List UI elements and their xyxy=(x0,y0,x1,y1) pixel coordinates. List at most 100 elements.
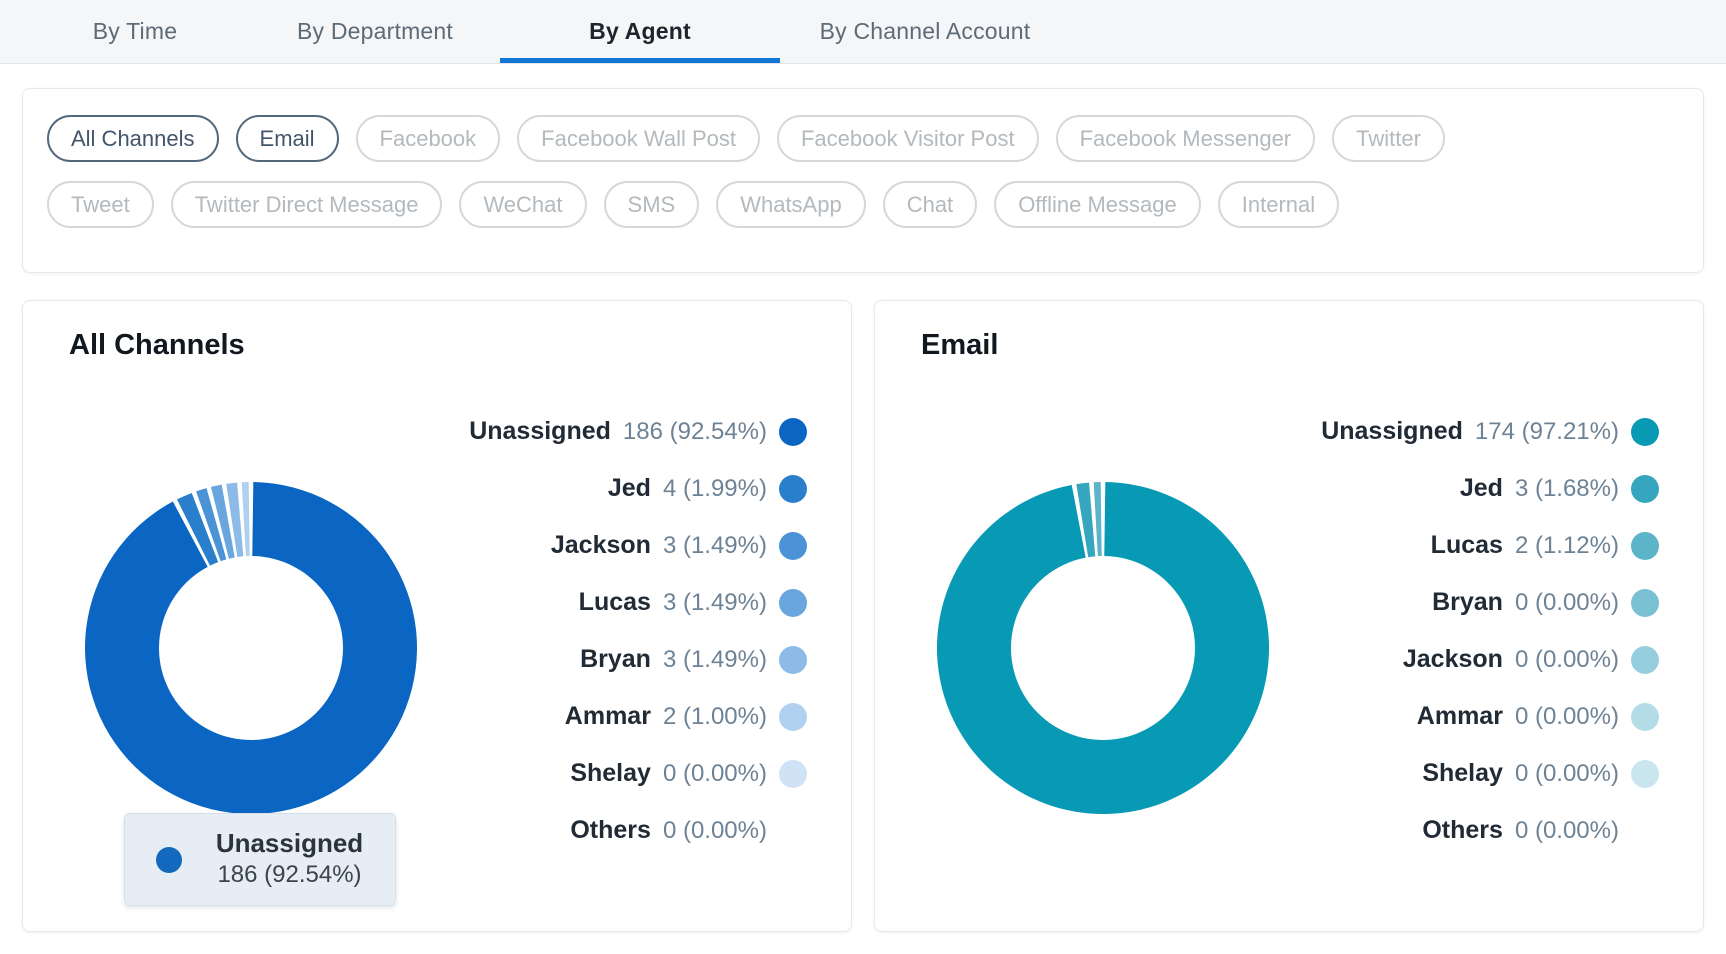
tab-by-channel-account[interactable]: By Channel Account xyxy=(780,0,1070,63)
card-title: Email xyxy=(921,329,998,362)
legend-value: 3 (1.68%) xyxy=(1515,475,1619,503)
legend-color-dot xyxy=(1631,703,1659,731)
legend-color-dot xyxy=(1631,475,1659,503)
donut-slice[interactable] xyxy=(937,482,1269,814)
channel-filter-row-2: Tweet Twitter Direct Message WeChat SMS … xyxy=(47,181,1679,228)
legend-row[interactable]: Jed 3 (1.68%) xyxy=(1460,463,1659,514)
legend-row[interactable]: Bryan 0 (0.00%) xyxy=(1432,577,1659,628)
chip-twitter-direct-message[interactable]: Twitter Direct Message xyxy=(171,181,443,228)
analytics-page: By Time By Department By Agent By Channe… xyxy=(0,0,1726,954)
chip-twitter[interactable]: Twitter xyxy=(1332,115,1445,162)
donut-chart-all-channels[interactable] xyxy=(51,448,451,848)
tab-label: By Time xyxy=(93,18,177,45)
chip-label: Twitter Direct Message xyxy=(195,192,419,218)
card-all-channels: All Channels Unassigned186 (92.54%) Jed4 … xyxy=(22,300,852,932)
legend-color-dot xyxy=(779,418,807,446)
chip-label: Chat xyxy=(907,192,953,218)
legend-label: Shelay xyxy=(1422,759,1503,788)
legend-label: Jed xyxy=(1460,474,1503,503)
tooltip-value: 186 (92.54%) xyxy=(217,859,361,890)
legend-value: 186 (92.54%) xyxy=(623,418,767,446)
legend-row[interactable]: Jackson 0 (0.00%) xyxy=(1403,634,1659,685)
chip-label: Offline Message xyxy=(1018,192,1177,218)
donut-slice[interactable] xyxy=(242,482,250,556)
legend-color-dot xyxy=(1631,817,1659,845)
legend-label: Lucas xyxy=(579,588,651,617)
chip-label: Tweet xyxy=(71,192,130,218)
legend-value: 2 (1.00%) xyxy=(663,703,767,731)
donut-slice[interactable] xyxy=(1094,482,1102,556)
legend-email: Unassigned174 (97.21%) Jed 3 (1.68%) Lucas 2… xyxy=(1313,406,1703,856)
legend-color-dot xyxy=(1631,646,1659,674)
card-title: All Channels xyxy=(69,329,245,362)
legend-label: Others xyxy=(570,816,651,845)
donut-slice[interactable] xyxy=(85,482,417,814)
legend-color-dot xyxy=(779,646,807,674)
legend-row[interactable]: Ammar2 (1.00%) xyxy=(565,691,807,742)
chip-sms[interactable]: SMS xyxy=(604,181,700,228)
chip-tweet[interactable]: Tweet xyxy=(47,181,154,228)
chip-label: SMS xyxy=(628,192,676,218)
legend-value: 2 (1.12%) xyxy=(1515,532,1619,560)
legend-row[interactable]: Ammar0 (0.00%) xyxy=(1417,691,1659,742)
legend-value: 0 (0.00%) xyxy=(1515,760,1619,788)
chip-wechat[interactable]: WeChat xyxy=(459,181,586,228)
chip-chat[interactable]: Chat xyxy=(883,181,977,228)
legend-row[interactable]: Unassigned174 (97.21%) xyxy=(1321,406,1659,457)
legend-row[interactable]: Jed4 (1.99%) xyxy=(608,463,807,514)
legend-row[interactable]: Jackson3 (1.49%) xyxy=(551,520,807,571)
legend-row[interactable]: Shelay 0 (0.00%) xyxy=(1422,748,1659,799)
legend-row[interactable]: Shelay0 (0.00%) xyxy=(570,748,807,799)
chip-all-channels[interactable]: All Channels xyxy=(47,115,219,162)
legend-value: 0 (0.00%) xyxy=(663,817,767,845)
legend-label: Jed xyxy=(608,474,651,503)
chip-email[interactable]: Email xyxy=(236,115,339,162)
chip-label: WhatsApp xyxy=(740,192,842,218)
tooltip-color-dot xyxy=(156,847,182,873)
legend-color-dot xyxy=(779,475,807,503)
legend-row[interactable]: Others0 (0.00%) xyxy=(1422,805,1659,856)
tab-label: By Agent xyxy=(589,18,691,45)
legend-value: 0 (0.00%) xyxy=(1515,646,1619,674)
legend-row[interactable]: Unassigned186 (92.54%) xyxy=(469,406,807,457)
chart-tooltip: Unassigned 186 (92.54%) xyxy=(124,813,396,906)
tooltip-text: Unassigned 186 (92.54%) xyxy=(198,829,395,890)
donut-chart-email[interactable] xyxy=(903,448,1303,848)
donut-wrap-all-channels xyxy=(41,448,461,848)
legend-row[interactable]: Others 0 (0.00%) xyxy=(570,805,807,856)
chip-label: Internal xyxy=(1242,192,1315,218)
legend-row[interactable]: Lucas 2 (1.12%) xyxy=(1431,520,1659,571)
legend-label: Bryan xyxy=(1432,588,1503,617)
legend-label: Lucas xyxy=(1431,531,1503,560)
chip-offline-message[interactable]: Offline Message xyxy=(994,181,1201,228)
legend-color-dot xyxy=(1631,418,1659,446)
legend-color-dot xyxy=(779,532,807,560)
chip-facebook-visitor-post[interactable]: Facebook Visitor Post xyxy=(777,115,1039,162)
legend-value: 0 (0.00%) xyxy=(1515,703,1619,731)
chip-internal[interactable]: Internal xyxy=(1218,181,1339,228)
chip-label: Facebook xyxy=(380,126,477,152)
legend-label: Jackson xyxy=(1403,645,1503,674)
chip-facebook-wall-post[interactable]: Facebook Wall Post xyxy=(517,115,760,162)
chip-label: Facebook Messenger xyxy=(1080,126,1292,152)
legend-color-dot xyxy=(779,589,807,617)
chip-facebook[interactable]: Facebook xyxy=(356,115,501,162)
legend-label: Jackson xyxy=(551,531,651,560)
legend-label: Unassigned xyxy=(1321,417,1463,446)
legend-value: 0 (0.00%) xyxy=(663,760,767,788)
legend-label: Bryan xyxy=(580,645,651,674)
legend-row[interactable]: Lucas3 (1.49%) xyxy=(579,577,807,628)
tab-by-time[interactable]: By Time xyxy=(20,0,250,63)
legend-value: 3 (1.49%) xyxy=(663,646,767,674)
chip-facebook-messenger[interactable]: Facebook Messenger xyxy=(1056,115,1316,162)
chip-whatsapp[interactable]: WhatsApp xyxy=(716,181,866,228)
legend-row[interactable]: Bryan 3 (1.49%) xyxy=(580,634,807,685)
legend-value: 0 (0.00%) xyxy=(1515,589,1619,617)
tab-label: By Department xyxy=(297,18,453,45)
tab-by-department[interactable]: By Department xyxy=(250,0,500,63)
chip-label: Twitter xyxy=(1356,126,1421,152)
channel-filter-panel: All Channels Email Facebook Facebook Wal… xyxy=(22,88,1704,273)
legend-all-channels: Unassigned186 (92.54%) Jed4 (1.99%) Jackso… xyxy=(461,406,851,856)
tab-by-agent[interactable]: By Agent xyxy=(500,0,780,63)
chip-label: Facebook Visitor Post xyxy=(801,126,1015,152)
